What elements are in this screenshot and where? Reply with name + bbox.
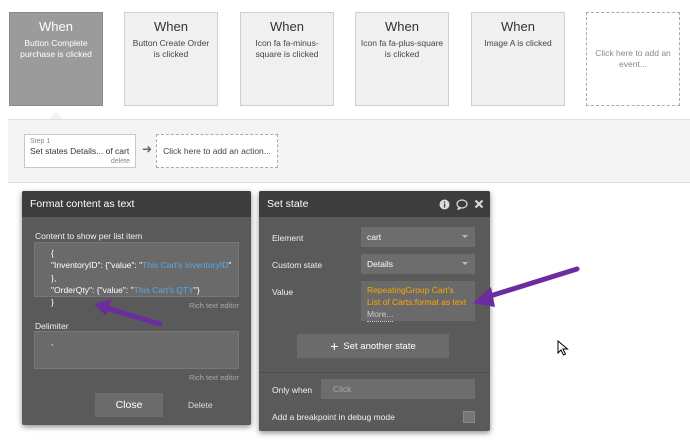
content-line-1: { <box>51 248 54 258</box>
event-description: Icon fa fa-plus-square is clicked <box>360 38 444 60</box>
element-label: Element <box>272 233 304 243</box>
event-when-label: When <box>501 19 535 34</box>
comment-icon[interactable] <box>456 198 468 210</box>
event-description: Icon fa fa-minus-square is clicked <box>255 38 319 60</box>
event-when-label: When <box>385 19 419 34</box>
set-another-state-button[interactable]: + Set another state <box>297 334 449 358</box>
element-dropdown[interactable]: cart <box>361 227 475 247</box>
value-expression-text: RepeatingGroup Cart's List of Carts:form… <box>367 285 467 307</box>
event-card-minus-square[interactable]: When Icon fa fa-minus-square is clicked <box>240 12 334 106</box>
event-when-label: When <box>39 19 73 34</box>
step-card[interactable]: Step 1 Set states Details... of cart del… <box>24 134 136 168</box>
rich-text-editor-link[interactable]: Rich text editor <box>189 373 239 382</box>
delete-link[interactable]: Delete <box>188 400 213 410</box>
add-action-label: Click here to add an action... <box>163 146 271 156</box>
info-icon[interactable] <box>439 199 450 210</box>
value-expression-field[interactable]: RepeatingGroup Cart's List of Carts:form… <box>361 281 475 322</box>
set-state-title: Set state <box>259 191 490 217</box>
selected-event-caret <box>50 112 62 119</box>
event-description: Button Complete purchase is clicked <box>20 38 92 60</box>
set-state-panel: Set state Element cart Custom state Deta… <box>259 191 490 431</box>
plus-icon: + <box>330 338 339 354</box>
custom-state-label: Custom state <box>272 260 323 270</box>
event-card-complete-purchase[interactable]: When Button Complete purchase is clicked <box>9 12 103 106</box>
add-event-label: Click here to add an event... <box>595 47 671 69</box>
custom-state-dropdown[interactable]: Details <box>361 254 475 274</box>
delimiter-editor[interactable]: , <box>34 331 239 369</box>
annotation-arrow-right <box>473 266 580 307</box>
event-when-label: When <box>154 19 188 34</box>
only-when-placeholder: Click <box>333 384 352 394</box>
format-panel-title: Format content as text <box>22 191 251 217</box>
event-card-plus-square[interactable]: When Icon fa fa-plus-square is clicked <box>355 12 449 106</box>
content-label: Content to show per list item <box>35 231 143 241</box>
element-dropdown-value: cart <box>367 232 382 242</box>
event-card-create-order[interactable]: When Button Create Order is clicked <box>124 12 218 106</box>
close-button[interactable]: Close <box>95 393 163 417</box>
mouse-cursor-icon <box>557 340 569 356</box>
only-when-field[interactable]: Click <box>321 379 475 399</box>
breakpoint-label: Add a breakpoint in debug mode <box>272 412 395 422</box>
delimiter-value: , <box>51 337 54 347</box>
content-line-2: "InventoryID": {"value": "This Cart's In… <box>51 260 232 283</box>
set-state-title-text: Set state <box>267 198 309 210</box>
custom-state-dropdown-value: Details <box>367 259 393 269</box>
event-card-image-a[interactable]: When Image A is clicked <box>471 12 565 106</box>
set-another-state-label: Set another state <box>343 340 416 352</box>
event-description: Image A is clicked <box>484 38 552 48</box>
breakpoint-checkbox[interactable] <box>463 411 475 423</box>
delimiter-label: Delimiter <box>35 321 69 331</box>
step-title: Set states Details... of cart <box>30 146 130 156</box>
chevron-down-icon <box>462 235 468 238</box>
arrow-right-icon: ➜ <box>142 142 153 156</box>
dynamic-expression-inventory-id[interactable]: This Cart's InventoryID <box>142 260 228 270</box>
step-delete-link[interactable]: delete <box>111 158 130 165</box>
panel-header-icons <box>439 191 484 217</box>
content-editor[interactable]: { "InventoryID": {"value": "This Cart's … <box>34 242 239 307</box>
dynamic-expression-qty[interactable]: This Cart's QTY <box>134 285 194 295</box>
only-when-label: Only when <box>272 385 313 395</box>
content-line-3: "OrderQty": {"value": "This Cart's QTY"} <box>51 284 200 295</box>
workflow-actions-strip: Step 1 Set states Details... of cart del… <box>8 119 690 183</box>
close-icon[interactable] <box>474 199 484 209</box>
annotation-arrow-left <box>94 299 163 327</box>
event-when-label: When <box>270 19 304 34</box>
value-label: Value <box>272 287 294 297</box>
rich-text-editor-link[interactable]: Rich text editor <box>189 301 239 310</box>
add-event-button[interactable]: Click here to add an event... <box>586 12 680 106</box>
step-number: Step 1 <box>30 138 51 145</box>
event-description: Button Create Order is clicked <box>132 38 210 60</box>
add-action-button[interactable]: Click here to add an action... <box>156 134 278 168</box>
more-link[interactable]: More... <box>367 309 394 322</box>
panel-divider <box>259 372 490 373</box>
